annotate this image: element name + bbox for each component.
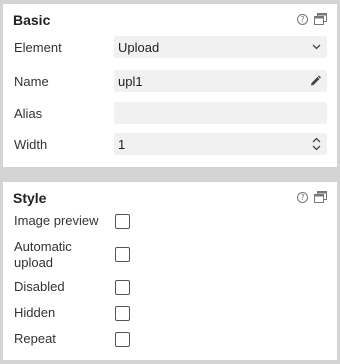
help-icon[interactable]: ? — [297, 191, 308, 203]
windows-icon[interactable] — [314, 191, 327, 203]
automatic-upload-label: Automatic upload — [14, 239, 72, 271]
automatic-upload-label-line1: Automatic — [14, 239, 72, 254]
alias-label: Alias — [14, 105, 43, 121]
disabled-row: Disabled — [14, 279, 327, 297]
repeat-row: Repeat — [14, 331, 327, 349]
style-panel-title: Style — [13, 190, 47, 206]
automatic-upload-row: Automatic upload — [14, 239, 327, 273]
image-preview-label: Image preview — [14, 213, 99, 228]
alias-row: Alias — [14, 101, 327, 125]
width-stepper-value: 1 — [118, 136, 126, 152]
image-preview-checkbox[interactable] — [115, 214, 130, 229]
name-label: Name — [14, 73, 49, 89]
alias-input[interactable] — [114, 102, 327, 124]
image-preview-row: Image preview — [14, 213, 327, 231]
automatic-upload-checkbox[interactable] — [115, 247, 130, 262]
repeat-label: Repeat — [14, 331, 56, 346]
style-panel: Style ? Image preview Automatic upload D… — [3, 182, 337, 360]
basic-header-icons: ? — [297, 13, 327, 25]
pencil-icon[interactable] — [310, 75, 321, 87]
help-icon[interactable]: ? — [297, 13, 308, 25]
stepper-icon[interactable] — [312, 137, 321, 151]
element-label: Element — [14, 39, 62, 55]
windows-icon[interactable] — [314, 13, 327, 25]
name-input[interactable]: upl1 — [114, 70, 327, 92]
name-input-value: upl1 — [118, 73, 143, 89]
width-stepper[interactable]: 1 — [114, 133, 327, 155]
repeat-checkbox[interactable] — [115, 332, 130, 347]
width-label: Width — [14, 136, 48, 152]
hidden-label: Hidden — [14, 305, 56, 320]
basic-panel-title: Basic — [13, 12, 51, 28]
width-row: Width 1 — [14, 132, 327, 156]
style-header-icons: ? — [297, 191, 327, 203]
automatic-upload-label-line2: upload — [14, 255, 54, 270]
name-row: Name upl1 — [14, 69, 327, 93]
chevron-down-icon — [312, 44, 321, 50]
element-row: Element Upload — [14, 35, 327, 59]
hidden-row: Hidden — [14, 305, 327, 323]
basic-panel: Basic ? Element Upload Name upl1 Alias W… — [3, 4, 337, 167]
element-select-value: Upload — [118, 39, 160, 55]
element-select[interactable]: Upload — [114, 36, 327, 58]
hidden-checkbox[interactable] — [115, 306, 130, 321]
disabled-label: Disabled — [14, 279, 65, 294]
disabled-checkbox[interactable] — [115, 280, 130, 295]
